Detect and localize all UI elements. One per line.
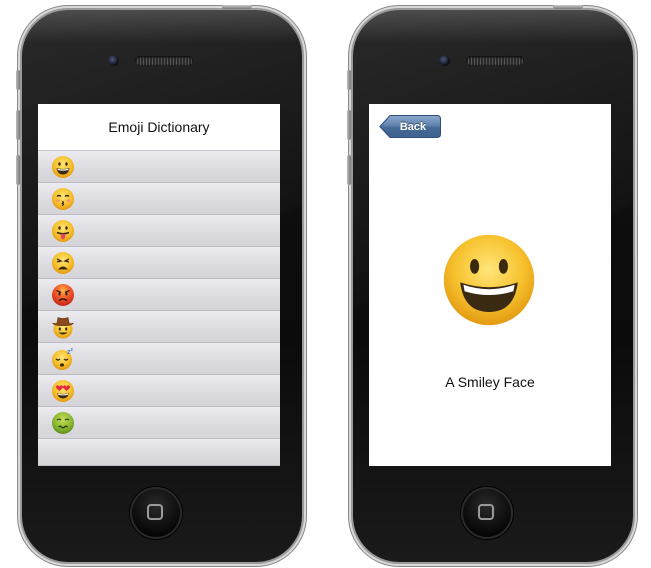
table-row[interactable]	[38, 215, 280, 247]
grinning-face-icon	[443, 234, 535, 326]
home-square-icon	[478, 504, 494, 520]
volume-down-button	[347, 155, 351, 185]
emoji-table[interactable]: z z	[38, 150, 280, 466]
table-row[interactable]	[38, 247, 280, 279]
emoji-list-screen: Emoji Dictionary z z	[38, 104, 280, 466]
sleeping-face-icon: z z	[52, 347, 74, 370]
table-row[interactable]	[38, 279, 280, 311]
cowboy-face-icon	[52, 316, 74, 338]
front-camera	[439, 55, 450, 66]
table-row[interactable]	[38, 151, 280, 183]
front-camera	[108, 55, 119, 66]
svg-text:z: z	[71, 347, 74, 353]
back-button-label: Back	[399, 120, 427, 133]
earpiece-speaker	[135, 56, 193, 65]
earpiece-speaker	[466, 56, 524, 65]
tongue-out-face-icon	[52, 219, 74, 242]
home-square-icon	[147, 504, 163, 520]
heart-eyes-face-icon	[52, 379, 74, 402]
table-row[interactable]: z z	[38, 343, 280, 375]
mute-switch	[347, 70, 351, 90]
volume-up-button	[16, 110, 20, 140]
volume-down-button	[16, 155, 20, 185]
left-phone: Emoji Dictionary z z	[16, 5, 302, 562]
emoji-caption: A Smiley Face	[445, 374, 535, 390]
table-row[interactable]	[38, 407, 280, 439]
power-button	[222, 5, 252, 9]
nauseated-face-icon	[52, 411, 74, 434]
navigation-title: Emoji Dictionary	[38, 104, 280, 150]
volume-up-button	[347, 110, 351, 140]
empty-table-row	[38, 439, 280, 466]
emoji-detail-screen: Back A Smiley Face	[369, 104, 611, 466]
mute-switch	[16, 70, 20, 90]
home-button[interactable]	[461, 487, 513, 539]
table-row[interactable]	[38, 375, 280, 407]
angry-face-icon	[52, 283, 74, 306]
power-button	[553, 5, 583, 9]
home-button[interactable]	[130, 487, 182, 539]
weary-face-icon	[52, 251, 74, 274]
grinning-face-icon	[52, 155, 74, 178]
table-row[interactable]	[38, 311, 280, 343]
kissing-face-icon	[52, 187, 74, 210]
back-button[interactable]: Back	[379, 115, 441, 138]
table-row[interactable]	[38, 183, 280, 215]
right-phone: Back A Smiley Face	[347, 5, 633, 562]
